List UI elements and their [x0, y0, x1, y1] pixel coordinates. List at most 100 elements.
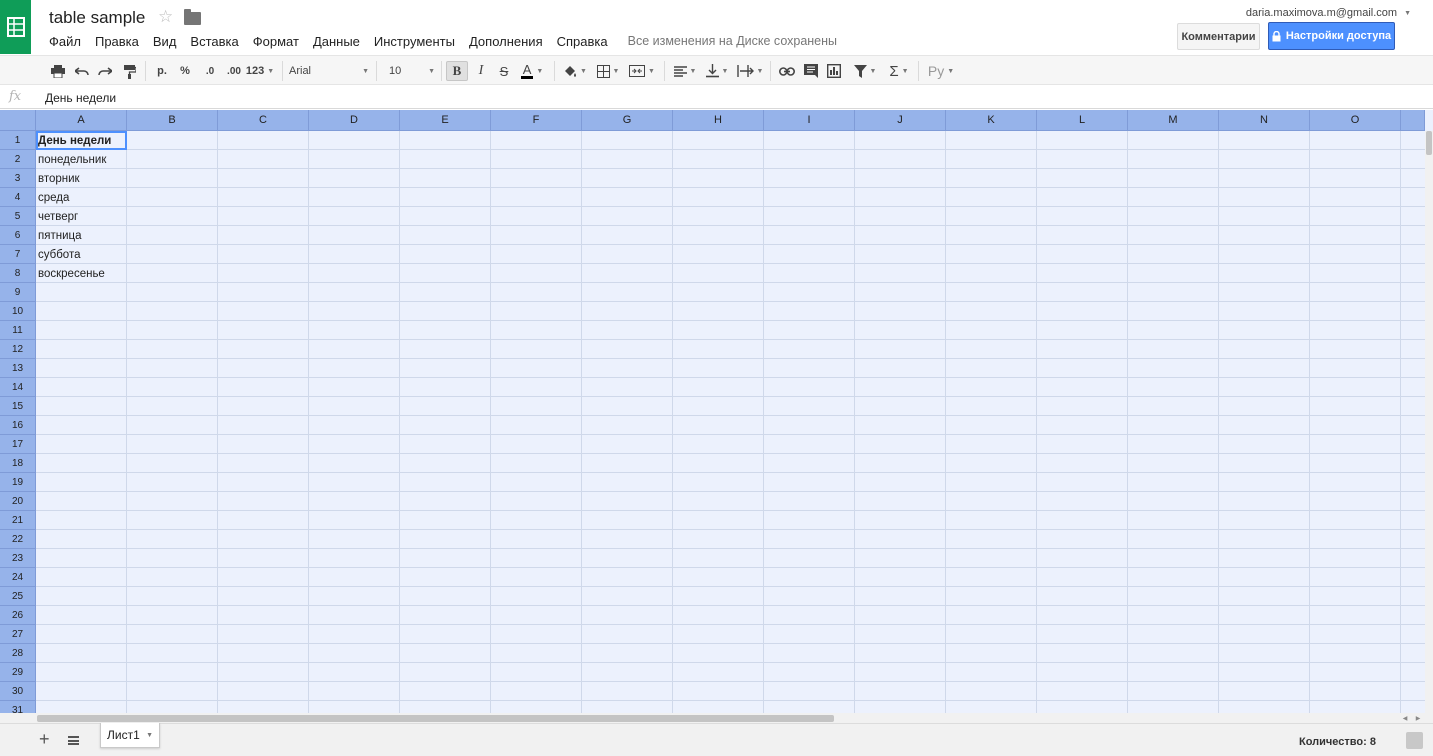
column-header[interactable]: O	[1310, 110, 1401, 131]
row-header[interactable]: 26	[0, 606, 36, 625]
vertical-scrollbar[interactable]	[1425, 131, 1433, 713]
menu-data[interactable]: Данные	[313, 34, 360, 49]
column-header[interactable]	[1401, 110, 1425, 131]
decrease-decimals-button[interactable]: .0	[199, 61, 221, 81]
column-header[interactable]: L	[1037, 110, 1128, 131]
spreadsheet-grid[interactable]: A B C D E F G H I J K L M N O 1 2 3 4 5 6 7 8 9 10 11 12 13 14 15 16 17…	[0, 110, 1433, 713]
row-header[interactable]: 25	[0, 587, 36, 606]
menu-help[interactable]: Справка	[557, 34, 608, 49]
column-header[interactable]: A	[36, 110, 127, 131]
undo-icon[interactable]	[74, 61, 90, 81]
sheet-tab[interactable]: Лист1 ▼	[100, 723, 160, 748]
comments-button[interactable]: Комментарии	[1177, 23, 1260, 50]
folder-icon[interactable]	[184, 9, 201, 25]
italic-button[interactable]: I	[472, 61, 490, 81]
column-header[interactable]: K	[946, 110, 1037, 131]
row-header[interactable]: 6	[0, 226, 36, 245]
document-title[interactable]: table sample	[49, 8, 145, 28]
row-header[interactable]: 9	[0, 283, 36, 302]
menu-format[interactable]: Формат	[253, 34, 299, 49]
row-header[interactable]: 3	[0, 169, 36, 188]
functions-button[interactable]: Σ ▼	[885, 61, 913, 81]
save-status[interactable]: Все изменения на Диске сохранены	[628, 34, 837, 48]
row-header[interactable]: 29	[0, 663, 36, 682]
filter-button[interactable]: ▼	[848, 61, 882, 81]
add-sheet-icon[interactable]: +	[39, 730, 50, 748]
cell[interactable]: четверг	[38, 207, 78, 226]
merge-cells-button[interactable]: ▼	[626, 61, 658, 81]
select-all-corner[interactable]	[0, 110, 36, 131]
horizontal-scrollbar[interactable]: ◀ ▶	[0, 713, 1433, 723]
row-header[interactable]: 23	[0, 549, 36, 568]
borders-button[interactable]: ▼	[594, 61, 622, 81]
row-header[interactable]: 13	[0, 359, 36, 378]
column-header[interactable]: E	[400, 110, 491, 131]
column-header[interactable]: H	[673, 110, 764, 131]
input-tools-button[interactable]: Ру ▼	[925, 61, 957, 81]
cell[interactable]: вторник	[38, 169, 80, 188]
column-header[interactable]: C	[218, 110, 309, 131]
column-header[interactable]: I	[764, 110, 855, 131]
row-header[interactable]: 7	[0, 245, 36, 264]
account-menu[interactable]: daria.maximova.m@gmail.com ▼	[1246, 7, 1411, 19]
horizontal-align-button[interactable]: ▼	[672, 61, 698, 81]
row-header[interactable]: 11	[0, 321, 36, 340]
row-header[interactable]: 28	[0, 644, 36, 663]
text-wrapping-button[interactable]: ▼	[735, 61, 765, 81]
column-header[interactable]: N	[1219, 110, 1310, 131]
share-button[interactable]: Настройки доступа	[1268, 22, 1395, 50]
star-icon[interactable]: ☆	[158, 7, 173, 27]
row-header[interactable]: 10	[0, 302, 36, 321]
sheets-logo-icon[interactable]	[0, 0, 31, 54]
row-header[interactable]: 30	[0, 682, 36, 701]
column-header[interactable]: B	[127, 110, 218, 131]
explore-icon[interactable]	[1406, 732, 1423, 749]
row-header[interactable]: 15	[0, 397, 36, 416]
cell[interactable]: среда	[38, 188, 69, 207]
row-header[interactable]: 4	[0, 188, 36, 207]
currency-format-button[interactable]: р.	[153, 61, 171, 81]
vertical-align-button[interactable]: ▼	[704, 61, 730, 81]
paint-format-icon[interactable]	[121, 61, 137, 81]
increase-decimals-button[interactable]: .00	[223, 61, 245, 81]
more-formats-button[interactable]: 123 ▼	[246, 61, 274, 81]
horizontal-scrollbar-thumb[interactable]	[37, 715, 834, 722]
formula-input[interactable]: День недели	[45, 91, 116, 105]
font-size-select[interactable]: 10 ▼	[389, 61, 435, 81]
all-sheets-icon[interactable]	[68, 736, 79, 745]
cell[interactable]: воскресенье	[38, 264, 105, 283]
column-header[interactable]: D	[309, 110, 400, 131]
row-header[interactable]: 14	[0, 378, 36, 397]
row-header[interactable]: 8	[0, 264, 36, 283]
menu-tools[interactable]: Инструменты	[374, 34, 455, 49]
menu-view[interactable]: Вид	[153, 34, 177, 49]
row-header[interactable]: 19	[0, 473, 36, 492]
insert-comment-icon[interactable]	[802, 61, 820, 81]
column-header[interactable]: F	[491, 110, 582, 131]
row-header[interactable]: 18	[0, 454, 36, 473]
text-color-button[interactable]: A ▼	[516, 61, 548, 81]
row-header[interactable]: 12	[0, 340, 36, 359]
cell[interactable]: суббота	[38, 245, 80, 264]
row-header[interactable]: 16	[0, 416, 36, 435]
row-header[interactable]: 31	[0, 701, 36, 713]
row-header[interactable]: 1	[0, 131, 36, 150]
row-header[interactable]: 17	[0, 435, 36, 454]
column-header[interactable]: M	[1128, 110, 1219, 131]
column-header[interactable]: J	[855, 110, 946, 131]
row-header[interactable]: 24	[0, 568, 36, 587]
insert-link-icon[interactable]	[777, 61, 797, 81]
column-header[interactable]: G	[582, 110, 673, 131]
print-icon[interactable]	[50, 61, 66, 81]
menu-insert[interactable]: Вставка	[190, 34, 238, 49]
cell[interactable]: пятница	[38, 226, 81, 245]
row-header[interactable]: 5	[0, 207, 36, 226]
font-family-select[interactable]: Arial ▼	[289, 61, 369, 81]
insert-chart-icon[interactable]	[825, 61, 843, 81]
fill-color-button[interactable]: ▼	[561, 61, 589, 81]
row-header[interactable]: 2	[0, 150, 36, 169]
row-header[interactable]: 22	[0, 530, 36, 549]
redo-icon[interactable]	[97, 61, 113, 81]
cell[interactable]: понедельник	[38, 150, 106, 169]
strikethrough-button[interactable]: S	[495, 61, 513, 81]
